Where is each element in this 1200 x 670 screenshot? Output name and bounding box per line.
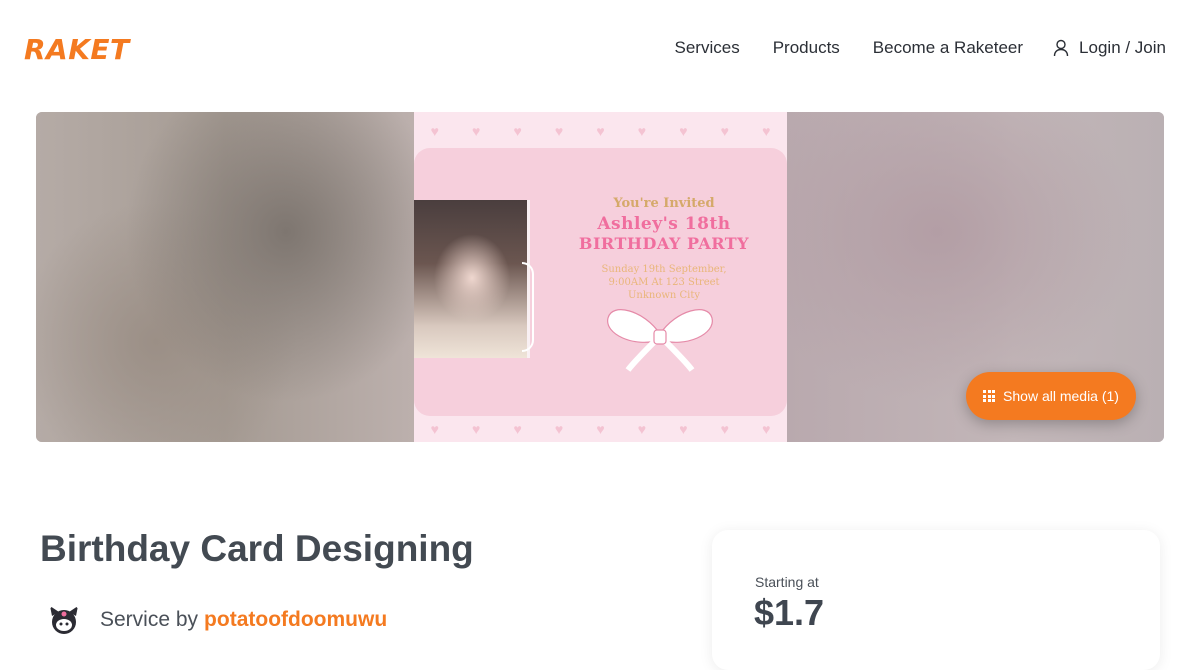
main-nav: Services Products Become a Raketeer Logi… (675, 38, 1166, 58)
provider-avatar[interactable] (46, 602, 82, 638)
provider-name-link[interactable]: potatoofdoomuwu (204, 608, 387, 632)
service-provider: Service by potatoofdoomuwu (46, 602, 387, 638)
invite-details: Sunday 19th September, 9:00AM At 123 Str… (554, 263, 774, 302)
hearts-pattern-top: ♥ ♥ ♥ ♥ ♥ ♥ ♥ ♥ ♥ (430, 123, 771, 139)
invitation-card-image[interactable]: ♥ ♥ ♥ ♥ ♥ ♥ ♥ ♥ ♥ ♥ ♥ ♥ ♥ ♥ ♥ ♥ ♥ ♥ You're Invited Ashle… (414, 112, 787, 442)
hearts-pattern-bottom: ♥ ♥ ♥ ♥ ♥ ♥ ♥ ♥ ♥ (430, 421, 771, 437)
invite-city: Unknown City (627, 290, 701, 301)
invite-heading: You're Invited (613, 196, 715, 211)
login-join-label: Login / Join (1079, 38, 1166, 57)
service-by-label: Service by (100, 608, 199, 631)
listing-title: Birthday Card Designing (40, 528, 474, 569)
invite-name: Ashley's 18th (597, 214, 731, 234)
login-join-link[interactable]: Login / Join (1053, 38, 1166, 58)
starting-at-label: Starting at (755, 574, 819, 590)
gallery-blur-left (36, 112, 414, 442)
portrait-photo (414, 200, 530, 358)
invite-event: BIRTHDAY PARTY (578, 234, 750, 253)
raket-logo[interactable]: RAKET (24, 33, 130, 66)
invite-date: Sunday 19th September, (601, 264, 727, 275)
photo-ribbon (522, 262, 534, 352)
media-gallery[interactable]: ♥ ♥ ♥ ♥ ♥ ♥ ♥ ♥ ♥ ♥ ♥ ♥ ♥ ♥ ♥ ♥ ♥ ♥ You're Invited Ashle… (36, 112, 1164, 442)
bow-icon (607, 309, 713, 372)
user-icon (1053, 39, 1069, 57)
nav-services[interactable]: Services (675, 38, 740, 58)
show-all-media-button[interactable]: Show all media (1) (966, 372, 1136, 420)
invitation-text: You're Invited Ashley's 18th BIRTHDAY PA… (554, 196, 774, 302)
invite-address: 9:00AM At 123 Street (608, 277, 720, 288)
grid-icon (983, 390, 996, 402)
starting-price: $1.7 (754, 592, 825, 633)
nav-products[interactable]: Products (773, 38, 840, 58)
show-all-media-label: Show all media (1) (1003, 388, 1119, 404)
site-header: RAKET Services Products Become a Raketee… (0, 0, 1200, 100)
price-card: Starting at $1.7 (712, 530, 1160, 670)
nav-become-raketeer[interactable]: Become a Raketeer (873, 38, 1023, 58)
